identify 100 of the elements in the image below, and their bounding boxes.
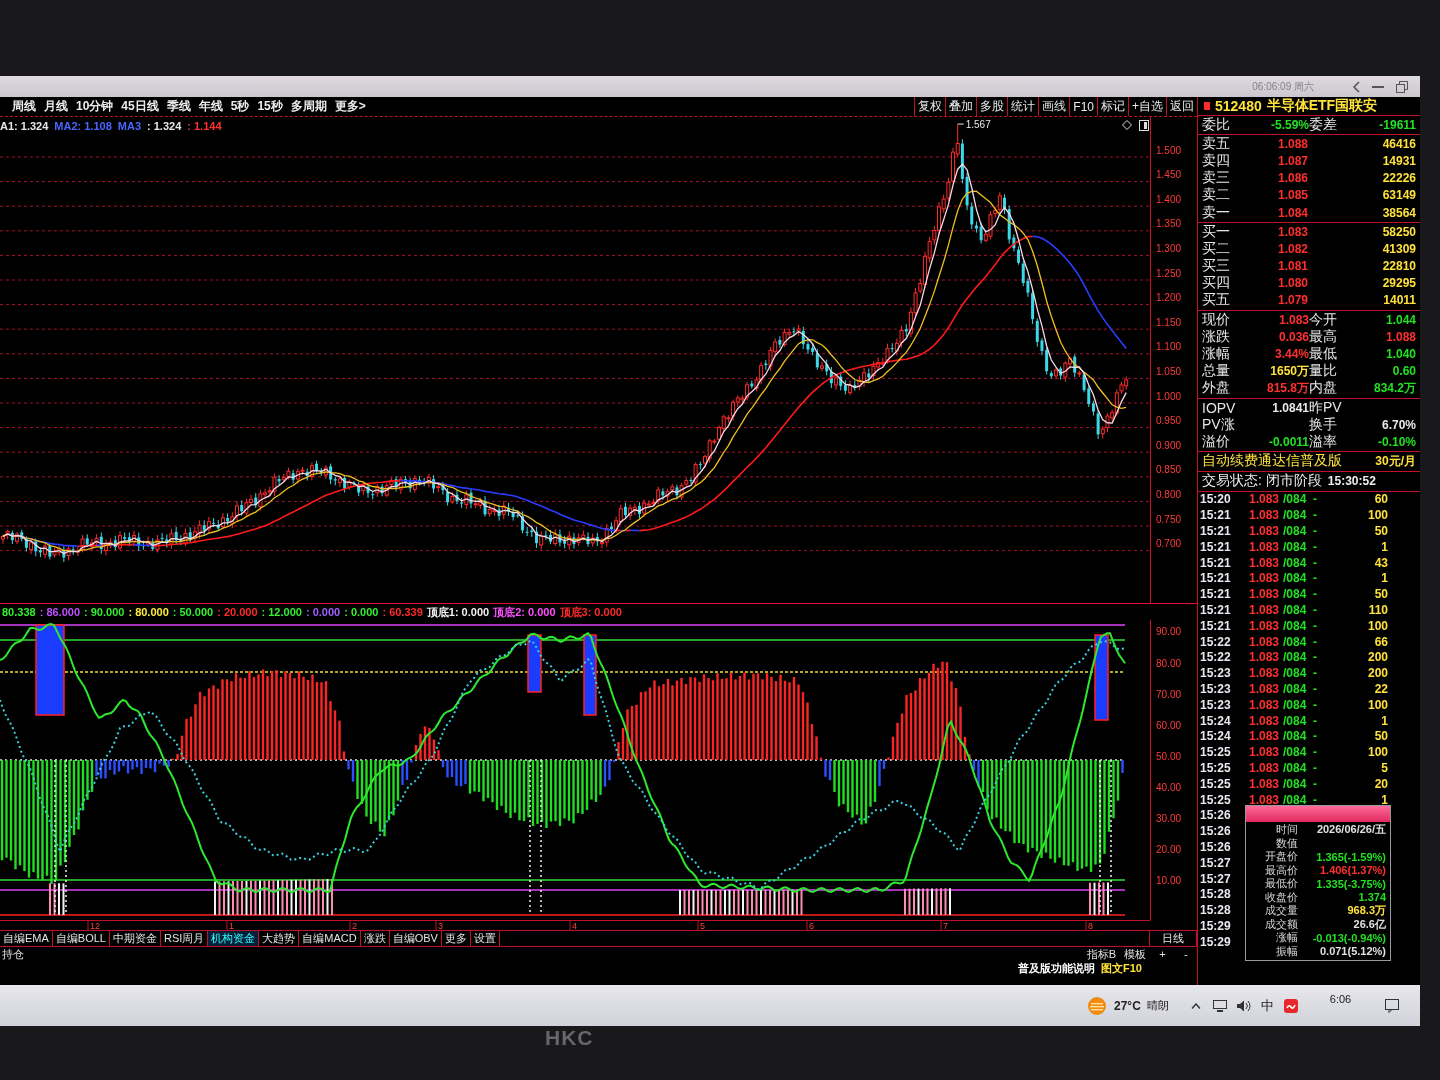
etf-stat-label: 昨PV	[1309, 398, 1343, 417]
tick-time: 15:26	[1200, 840, 1232, 854]
ask-label: 卖五	[1202, 134, 1231, 153]
month-label: 3	[438, 921, 443, 930]
tick-price-tail: /084	[1283, 745, 1308, 760]
period-tab[interactable]: 45日线	[121, 98, 159, 115]
input-language-label[interactable]: 中	[1260, 996, 1274, 1015]
tooltip-label: 最低价	[1264, 876, 1298, 892]
tick-volume: 1	[1380, 571, 1388, 586]
period-tab[interactable]: 15秒	[257, 98, 283, 115]
taskbar-clock[interactable]: 6:06	[1329, 993, 1352, 1005]
period-button[interactable]: 日线	[1150, 930, 1197, 947]
speaker-icon[interactable]	[1236, 999, 1251, 1012]
chevron-up-icon[interactable]	[1190, 1002, 1201, 1009]
tick-price: 1.083	[1249, 555, 1281, 570]
indicator-tab[interactable]: RSI周月	[161, 930, 209, 947]
notification-icon[interactable]	[1385, 998, 1400, 1013]
tick-price-tail: /084	[1283, 634, 1308, 649]
period-tab[interactable]: 多周期	[290, 98, 327, 115]
tooltip-label: 振幅	[1275, 943, 1298, 959]
back-icon[interactable]	[1352, 80, 1360, 93]
price-axis-label: 0.850	[1155, 464, 1183, 478]
diamond-icon[interactable]	[1122, 120, 1132, 130]
panel-icon[interactable]	[1139, 120, 1149, 131]
period-tab[interactable]: 周线	[12, 98, 36, 115]
tooltip-value: 968.3万	[1346, 903, 1386, 919]
tick-time: 15:25	[1200, 745, 1232, 760]
tick-price-tail: /084	[1283, 792, 1308, 807]
indicator-tab[interactable]: 自编OBV	[389, 930, 442, 947]
tick-side-mark: -	[1313, 603, 1318, 618]
toolbar-button[interactable]: 标记	[1097, 97, 1128, 116]
indicator-tab[interactable]: 中期资金	[110, 930, 161, 947]
tick-time: 15:21	[1200, 618, 1232, 633]
quote-stat-label: 外盘	[1202, 379, 1231, 398]
month-label: 8	[1088, 921, 1093, 930]
tooltip-value: -0.013(-0.94%)	[1311, 931, 1386, 944]
tick-price-tail: /084	[1283, 603, 1308, 618]
input-method-icon[interactable]	[1283, 998, 1298, 1013]
title-bar-clock: 06:06:09 周六	[1252, 79, 1314, 94]
tick-time: 15:23	[1200, 682, 1232, 696]
indicator-tab[interactable]: 更多	[441, 930, 471, 947]
bid-volume: 29295	[1381, 276, 1416, 291]
period-tab[interactable]: 10分钟	[76, 98, 114, 115]
tick-price-tail: /084	[1283, 682, 1308, 696]
quote-stat-label: 量比	[1309, 362, 1338, 380]
ask-price: 1.087	[1276, 153, 1308, 168]
indicator-axis-label: 20.00	[1155, 844, 1183, 858]
period-tab[interactable]: 5秒	[230, 98, 250, 115]
tick-time: 15:21	[1200, 539, 1232, 554]
period-tab[interactable]: 更多>	[334, 98, 366, 115]
indicator-tab[interactable]: 涨跌	[360, 930, 390, 947]
period-tab[interactable]: 年线	[198, 98, 223, 115]
tooltip-label: 数值	[1275, 835, 1298, 851]
monitor-icon[interactable]	[1212, 999, 1227, 1012]
ask-label: 卖二	[1202, 186, 1231, 205]
tick-side-mark: -	[1313, 745, 1318, 760]
bid-volume: 14011	[1382, 293, 1416, 308]
tick-volume: 100	[1366, 508, 1388, 523]
ma-legend-value: : 1.324	[147, 120, 182, 132]
indicator-tab[interactable]: 大趋势	[259, 930, 300, 947]
restore-icon[interactable]	[1396, 80, 1408, 93]
quote-stat-value: 1650万	[1269, 362, 1309, 380]
temperature-label[interactable]: 27°C	[1114, 998, 1141, 1013]
tick-volume: 100	[1366, 618, 1388, 633]
indicator-tab[interactable]: 自编BOLL	[52, 930, 110, 947]
indicator-value: : 80.000	[128, 606, 169, 618]
indicator-value: : 90.000	[84, 606, 125, 618]
tick-time: 15:27	[1200, 871, 1232, 886]
tick-volume: 200	[1366, 666, 1388, 681]
period-tab[interactable]: 月线	[44, 98, 68, 115]
tick-time: 15:25	[1200, 792, 1232, 807]
toolbar-button[interactable]: F10	[1069, 97, 1097, 116]
indicator-tab[interactable]: 机构资金	[208, 930, 260, 947]
tick-time: 15:21	[1200, 603, 1232, 618]
price-axis-label: 1.200	[1155, 292, 1183, 306]
tick-price: 1.083	[1249, 618, 1281, 633]
toolbar-button[interactable]: +自选	[1128, 97, 1166, 116]
indicator-tab[interactable]: 设置	[470, 930, 500, 947]
quote-stat-value: 0.60	[1391, 364, 1416, 379]
tooltip-label: 最高价	[1264, 862, 1298, 878]
brand-logo: HKC	[545, 1026, 594, 1050]
tooltip-label: 开盘价	[1264, 849, 1298, 865]
period-tab[interactable]: 季线	[166, 98, 191, 115]
price-axis-label: 1.100	[1155, 341, 1183, 355]
tick-time: 15:23	[1200, 666, 1232, 681]
tooltip-value: 1.374	[1357, 891, 1386, 904]
indicator-tab[interactable]: 自编EMA	[0, 930, 53, 947]
tick-time: 15:25	[1200, 776, 1232, 791]
price-axis-label: 1.500	[1155, 144, 1183, 158]
price-axis-label: 1.350	[1155, 218, 1183, 232]
quote-stat-value: 1.083	[1277, 312, 1309, 327]
position-label: 持仓	[1, 946, 24, 962]
tick-price: 1.083	[1249, 776, 1281, 791]
tick-price-tail: /084	[1283, 666, 1308, 681]
indicator-value: 顶底2: 0.000	[493, 604, 556, 620]
minimize-icon[interactable]	[1372, 85, 1384, 88]
tick-price-tail: /084	[1283, 729, 1308, 744]
etf-stat-label: 溢率	[1309, 432, 1338, 451]
weather-label[interactable]: 晴朗	[1146, 998, 1169, 1013]
indicator-tab[interactable]: 自编MACD	[299, 930, 361, 947]
